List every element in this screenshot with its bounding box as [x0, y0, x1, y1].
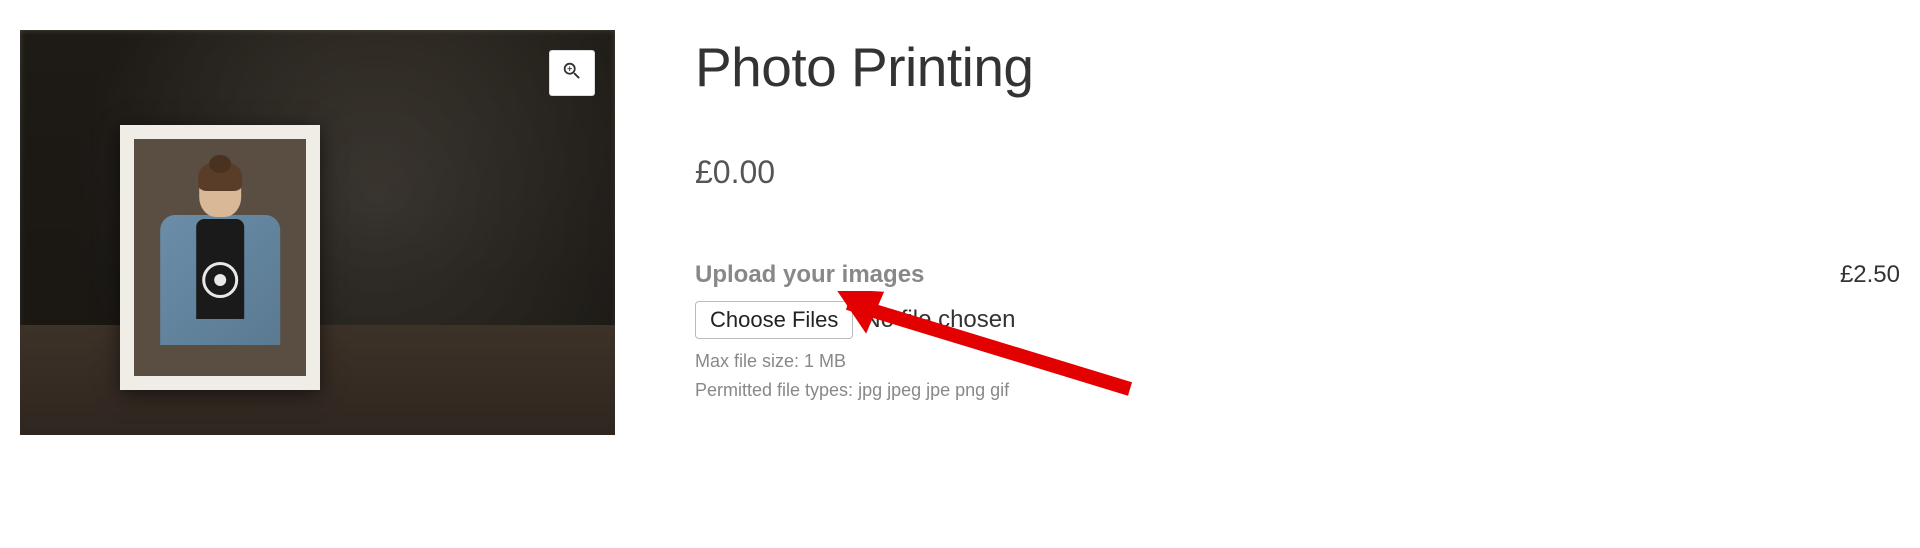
max-file-size: Max file size: 1 MB: [695, 347, 1900, 376]
product-title: Photo Printing: [695, 35, 1900, 99]
zoom-button[interactable]: [549, 50, 595, 96]
product-price: £0.00: [695, 154, 1900, 191]
upload-label: Upload your images: [695, 261, 1900, 289]
choose-files-button[interactable]: Choose Files: [695, 301, 853, 339]
product-photo[interactable]: [20, 30, 615, 435]
zoom-in-icon: [561, 60, 583, 87]
product-image: [20, 30, 615, 435]
file-chosen-status: No file chosen: [863, 306, 1015, 334]
addon-price: £2.50: [1840, 261, 1900, 289]
permitted-file-types: Permitted file types: jpg jpeg jpe png g…: [695, 376, 1900, 405]
